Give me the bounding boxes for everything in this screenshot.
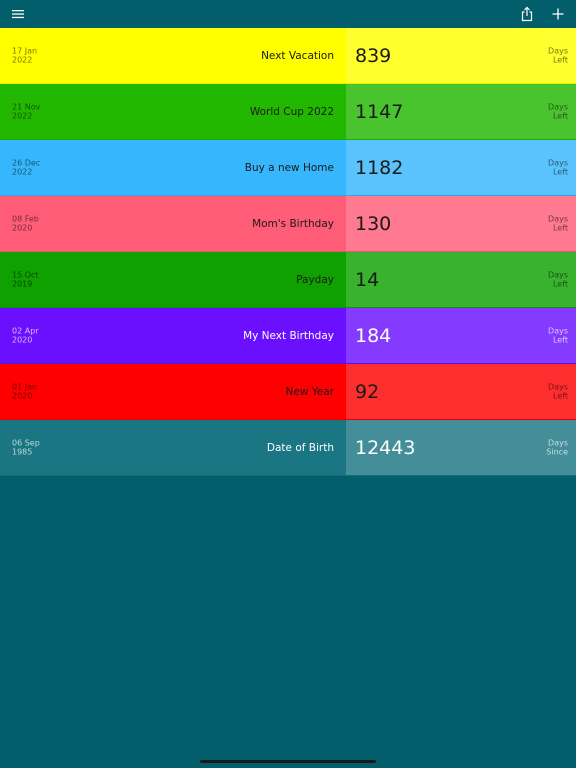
event-day-count: 12443 [355,436,416,459]
event-info: 06 Sep 1985 Date of Birth [0,420,346,475]
event-date-year: 2020 [12,335,33,345]
event-countdown: 184 Days Left [346,308,576,363]
event-unit-days: Days [548,214,568,223]
home-indicator [200,760,376,763]
event-date-day: 01 Jan [12,382,38,391]
event-countdown: 92 Days Left [346,364,576,419]
event-countdown: 1147 Days Left [346,84,576,139]
event-row[interactable]: 15 Oct 2019 Payday 14 Days Left [0,252,576,308]
event-date-year: 2022 [12,111,33,121]
event-count-unit: Days Left [548,158,568,177]
event-day-count: 1182 [355,156,404,179]
event-row[interactable]: 08 Feb 2020 Mom's Birthday 130 Days Left [0,196,576,252]
event-day-count: 839 [355,44,392,67]
event-date-year: 2019 [12,279,33,289]
event-date: 06 Sep 1985 [12,438,40,457]
event-row[interactable]: 21 Nov 2022 World Cup 2022 1147 Days Lef… [0,84,576,140]
event-date-year: 2020 [12,223,33,233]
event-unit-days: Days [548,158,568,167]
event-info: 08 Feb 2020 Mom's Birthday [0,196,346,251]
event-date: 08 Feb 2020 [12,214,39,233]
event-unit-direction: Left [552,391,568,401]
event-date-day: 15 Oct [12,270,39,279]
event-list: 17 Jan 2022 Next Vacation 839 Days Left … [0,28,576,476]
event-title: Buy a new Home [244,161,334,174]
event-date: 01 Jan 2020 [12,382,37,401]
event-unit-direction: Since [546,447,568,457]
event-info: 15 Oct 2019 Payday [0,252,346,307]
event-title: Date of Birth [266,441,334,454]
event-date-year: 2022 [12,167,33,177]
event-info: 21 Nov 2022 World Cup 2022 [0,84,346,139]
event-info: 01 Jan 2020 New Year [0,364,346,419]
event-date-year: 2020 [12,391,33,401]
event-count-unit: Days Left [548,102,568,121]
event-date-day: 17 Jan [12,46,38,55]
event-day-count: 14 [355,268,380,291]
event-title: My Next Birthday [243,329,334,342]
top-toolbar [0,0,576,28]
event-unit-direction: Left [552,167,568,177]
event-info: 26 Dec 2022 Buy a new Home [0,140,346,195]
event-unit-direction: Left [552,55,568,65]
event-title: New Year [285,385,334,398]
event-unit-days: Days [548,102,568,111]
event-unit-days: Days [548,326,568,335]
event-title: Mom's Birthday [252,217,334,230]
event-row[interactable]: 01 Jan 2020 New Year 92 Days Left [0,364,576,420]
event-count-unit: Days Left [548,326,568,345]
event-date-day: 08 Feb [12,214,39,223]
event-unit-direction: Left [552,111,568,121]
event-unit-days: Days [548,270,568,279]
event-date: 02 Apr 2020 [12,326,39,345]
event-count-unit: Days Since [546,438,568,457]
event-countdown: 12443 Days Since [346,420,576,475]
event-row[interactable]: 26 Dec 2022 Buy a new Home 1182 Days Lef… [0,140,576,196]
event-count-unit: Days Left [548,214,568,233]
event-date-day: 02 Apr [12,326,39,335]
event-date: 26 Dec 2022 [12,158,40,177]
event-unit-days: Days [548,438,568,447]
event-info: 02 Apr 2020 My Next Birthday [0,308,346,363]
event-unit-days: Days [548,46,568,55]
event-countdown: 839 Days Left [346,28,576,83]
event-date: 17 Jan 2022 [12,46,37,65]
event-date: 15 Oct 2019 [12,270,39,289]
event-count-unit: Days Left [548,382,568,401]
event-unit-direction: Left [552,279,568,289]
event-unit-days: Days [548,382,568,391]
plus-icon[interactable] [546,2,570,26]
event-day-count: 1147 [355,100,404,123]
event-date-day: 06 Sep [12,438,40,447]
share-icon[interactable] [515,2,539,26]
event-row[interactable]: 06 Sep 1985 Date of Birth 12443 Days Sin… [0,420,576,476]
event-date-year: 2022 [12,55,33,65]
event-date-day: 26 Dec [12,158,41,167]
event-countdown: 14 Days Left [346,252,576,307]
event-title: Next Vacation [261,49,334,62]
event-count-unit: Days Left [548,270,568,289]
hamburger-menu-icon[interactable] [6,2,30,26]
event-row[interactable]: 17 Jan 2022 Next Vacation 839 Days Left [0,28,576,84]
event-info: 17 Jan 2022 Next Vacation [0,28,346,83]
event-date-day: 21 Nov [12,102,41,111]
event-row[interactable]: 02 Apr 2020 My Next Birthday 184 Days Le… [0,308,576,364]
event-countdown: 1182 Days Left [346,140,576,195]
event-day-count: 130 [355,212,392,235]
event-unit-direction: Left [552,223,568,233]
event-unit-direction: Left [552,335,568,345]
event-date: 21 Nov 2022 [12,102,40,121]
event-title: Payday [296,273,334,286]
event-title: World Cup 2022 [249,105,334,118]
event-date-year: 1985 [12,447,33,457]
event-count-unit: Days Left [548,46,568,65]
event-day-count: 92 [355,380,380,403]
event-day-count: 184 [355,324,392,347]
event-countdown: 130 Days Left [346,196,576,251]
